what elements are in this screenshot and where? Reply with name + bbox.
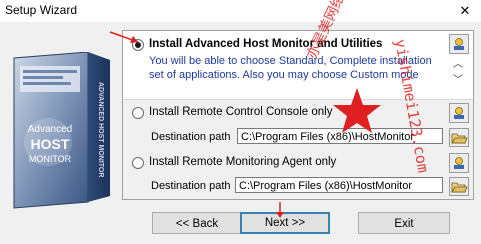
- help-icon[interactable]: [449, 34, 469, 54]
- logo-line-2: HOST: [31, 136, 70, 152]
- destination-path-input[interactable]: C:\Program Files (x86)\HostMonitor: [237, 128, 443, 144]
- option-title-install-full: Install Advanced Host Monitor and Utilit…: [149, 38, 383, 50]
- product-box-image: Advanced HOST MONITOR ADVANCED HOST MONI…: [13, 52, 110, 209]
- option-description-line-2: set of applications. Also you may choose…: [149, 69, 419, 81]
- install-options-panel: Install Advanced Host Monitor and Utilit…: [122, 30, 474, 200]
- radio-remote-control[interactable]: [132, 107, 144, 119]
- help-icon[interactable]: [449, 103, 469, 123]
- destination-path-label: Destination path: [151, 180, 231, 192]
- option-title-remote-agent: Install Remote Monitoring Agent only: [149, 156, 337, 168]
- exit-button[interactable]: Exit: [358, 212, 450, 234]
- logo-line-3: MONITOR: [29, 154, 72, 164]
- scroll-down-icon[interactable]: ﹀: [451, 75, 465, 87]
- logo-line-1: Advanced: [28, 124, 72, 135]
- option-remote-agent[interactable]: Install Remote Monitoring Agent only Des…: [123, 153, 473, 199]
- option-remote-control[interactable]: Install Remote Control Console only Dest…: [123, 101, 473, 151]
- annotation-arrow-next: [276, 202, 284, 218]
- destination-path-input[interactable]: C:\Program Files (x86)\HostMonitor: [235, 177, 443, 193]
- wizard-client-area: Advanced HOST MONITOR ADVANCED HOST MONI…: [0, 22, 481, 244]
- option-description-line-1: You will be able to choose Standard, Com…: [149, 55, 432, 67]
- destination-path-label: Destination path: [151, 131, 231, 143]
- close-icon[interactable]: ✕: [449, 0, 481, 22]
- browse-folder-icon[interactable]: [449, 177, 469, 196]
- product-banner: Advanced HOST MONITOR ADVANCED HOST MONI…: [0, 22, 118, 222]
- window-title: Setup Wizard: [5, 3, 78, 17]
- scroll-up-icon[interactable]: ︿: [451, 59, 465, 71]
- annotation-arrow-option: [109, 31, 139, 43]
- option-install-full[interactable]: Install Advanced Host Monitor and Utilit…: [123, 31, 473, 100]
- radio-remote-agent[interactable]: [132, 157, 144, 169]
- help-icon[interactable]: [449, 153, 469, 173]
- title-bar: Setup Wizard ✕: [0, 0, 481, 23]
- box-side-text: ADVANCED HOST MONITOR: [97, 82, 104, 177]
- option-title-remote-control: Install Remote Control Console only: [149, 106, 333, 118]
- browse-folder-icon[interactable]: [449, 128, 469, 147]
- back-button[interactable]: << Back: [152, 212, 242, 234]
